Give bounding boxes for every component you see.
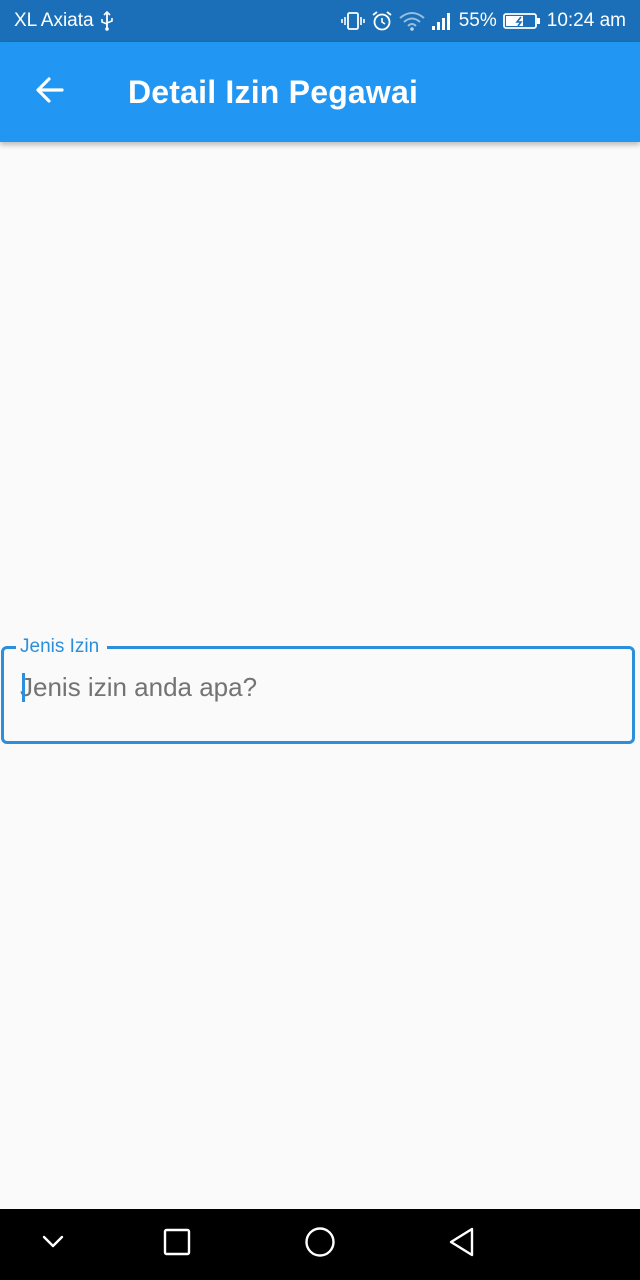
status-right: 55% 10:24 am <box>340 10 626 32</box>
app-bar: Detail Izin Pegawai <box>0 42 640 142</box>
screen: XL Axiata 55% 10:24 am Detail Izin Pegaw… <box>0 0 640 1280</box>
status-left: XL Axiata <box>14 10 114 32</box>
nav-recents-button[interactable] <box>142 1209 212 1280</box>
nav-hide-button[interactable] <box>18 1209 88 1280</box>
jenis-izin-input[interactable] <box>20 667 610 707</box>
nav-home-button[interactable] <box>285 1209 355 1280</box>
back-button[interactable] <box>22 64 78 120</box>
carrier-name: XL Axiata <box>14 10 94 31</box>
text-cursor <box>22 673 25 702</box>
status-bar: XL Axiata 55% 10:24 am <box>0 0 640 42</box>
recents-square-icon <box>163 1228 191 1261</box>
clock-time: 10:24 am <box>546 10 626 31</box>
field-label: Jenis Izin <box>16 636 108 658</box>
battery-charging-icon <box>502 11 541 31</box>
home-circle-icon <box>304 1226 336 1263</box>
back-triangle-icon <box>447 1226 477 1263</box>
chevron-down-icon <box>41 1234 65 1255</box>
alarm-icon <box>371 11 393 31</box>
vibrate-icon <box>340 11 365 31</box>
signal-icon <box>431 11 453 31</box>
system-nav-bar <box>0 1209 640 1280</box>
arrow-left-icon <box>34 74 66 111</box>
battery-percent: 55% <box>458 10 497 31</box>
usb-icon <box>100 11 114 31</box>
nav-back-button[interactable] <box>427 1209 497 1280</box>
page-title: Detail Izin Pegawai <box>128 73 419 110</box>
jenis-izin-field[interactable]: Jenis Izin <box>1 636 635 744</box>
wifi-icon <box>399 11 425 31</box>
